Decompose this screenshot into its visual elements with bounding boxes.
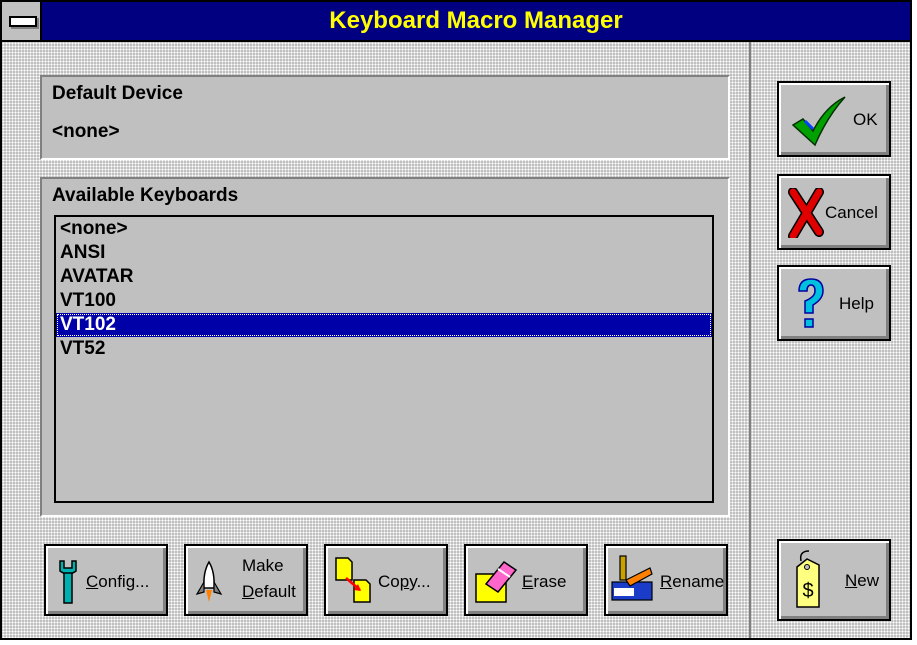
copy-label-accel: p: [399, 572, 410, 591]
available-keyboards-label: Available Keyboards: [52, 185, 239, 206]
list-item-selected[interactable]: VT102: [56, 313, 712, 337]
config-label: onfig...: [98, 572, 150, 591]
copy-button[interactable]: Copy...: [324, 544, 448, 616]
copy-label-pre: Co: [378, 572, 400, 591]
rename-button[interactable]: Rename: [604, 544, 728, 616]
rocket-icon: [195, 560, 223, 602]
eraser-icon: [475, 560, 518, 603]
config-button[interactable]: Config...: [44, 544, 168, 616]
new-label-accel: N: [845, 571, 858, 590]
rename-label-accel: R: [660, 572, 673, 591]
erase-label: rase: [533, 572, 567, 591]
copy-label-rest: y...: [409, 572, 431, 591]
main-pane: Default Device <none> Available Keyboard…: [2, 42, 749, 638]
ok-label: OK: [853, 110, 878, 129]
default-device-value: <none>: [52, 121, 120, 142]
help-button[interactable]: Help: [777, 265, 891, 341]
make-default-accel: D: [242, 582, 255, 601]
keyboards-listbox[interactable]: <none> ANSI AVATAR VT100 VT102 VT52: [54, 215, 714, 503]
list-item[interactable]: <none>: [56, 217, 712, 241]
make-default-line1: Make: [242, 556, 284, 575]
list-item[interactable]: ANSI: [56, 241, 712, 265]
default-device-label: Default Device: [52, 83, 183, 104]
list-item[interactable]: VT100: [56, 289, 712, 313]
window-title: Keyboard Macro Manager: [329, 7, 623, 34]
title-bar: Keyboard Macro Manager: [2, 2, 910, 42]
make-default-button[interactable]: Make Default: [184, 544, 308, 616]
new-label: ew: [857, 571, 880, 590]
help-label: Help: [839, 294, 874, 313]
list-item[interactable]: VT52: [56, 337, 712, 361]
keyboard-macro-manager-window: Keyboard Macro Manager Default Device <n…: [0, 0, 912, 640]
wrench-icon: [59, 560, 77, 604]
system-menu-button[interactable]: [2, 2, 42, 40]
erase-button[interactable]: Erase: [464, 544, 588, 616]
new-button[interactable]: $ New: [777, 539, 891, 621]
cancel-button[interactable]: Cancel: [777, 174, 891, 250]
cancel-label: Cancel: [825, 203, 878, 222]
price-tag-icon: $: [796, 550, 820, 608]
available-keyboards-group: Available Keyboards <none> ANSI AVATAR V…: [40, 177, 730, 517]
ok-button[interactable]: OK: [777, 81, 891, 157]
erase-label-accel: E: [522, 572, 534, 591]
default-device-group: Default Device <none>: [40, 75, 730, 160]
button-pane: OK Cancel Help $ New: [751, 42, 910, 638]
svg-text:$: $: [802, 580, 813, 602]
rename-icon: [611, 555, 653, 601]
checkmark-icon: [791, 96, 846, 147]
config-label-accel: C: [86, 572, 99, 591]
question-mark-icon: [798, 278, 824, 328]
make-default-line2: efault: [254, 582, 296, 601]
copy-documents-icon: [335, 557, 371, 603]
system-menu-icon: [9, 16, 37, 27]
rename-label: ename: [672, 572, 725, 591]
list-item[interactable]: AVATAR: [56, 265, 712, 289]
red-x-icon: [788, 188, 824, 238]
